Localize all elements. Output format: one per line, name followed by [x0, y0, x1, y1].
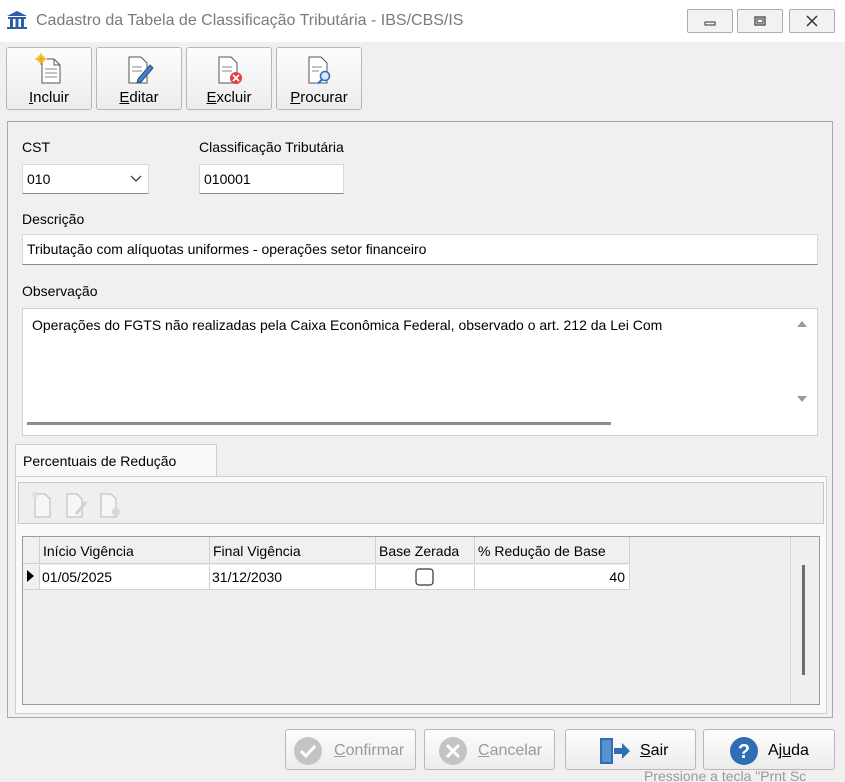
grid-add-button[interactable]	[29, 490, 55, 520]
observacao-label: Observação	[22, 283, 98, 299]
main-window: Cadastro da Tabela de Classificação Trib…	[0, 0, 845, 782]
procurar-label: Procurar	[290, 89, 348, 106]
incluir-button[interactable]: Incluir	[6, 47, 92, 110]
grid-vertical-scrollbar[interactable]	[790, 537, 819, 704]
tab-content: Início Vigência Final Vigência Base Zera…	[15, 476, 827, 714]
cst-combobox[interactable]: 010	[22, 164, 149, 194]
base-zerada-checkbox[interactable]	[415, 568, 435, 586]
delete-document-icon	[100, 493, 120, 518]
edit-document-icon	[66, 493, 87, 518]
grid-header-final[interactable]: Final Vigência	[210, 537, 376, 564]
chevron-down-icon	[130, 175, 142, 182]
cell-inicio[interactable]: 01/05/2025	[40, 565, 210, 590]
restore-button[interactable]	[737, 9, 783, 33]
check-circle-icon	[294, 737, 322, 765]
observacao-text: Operações do FGTS não realizadas pela Ca…	[32, 317, 663, 333]
cst-value: 010	[27, 171, 51, 187]
horizontal-scrollbar[interactable]	[27, 422, 611, 425]
status-hint: Pressione a tecla "Prnt Sc	[644, 768, 807, 782]
cell-reducao[interactable]: 40	[475, 565, 630, 590]
form-panel: CST 010 Classificação Tributária 010001 …	[7, 121, 833, 718]
scroll-up-arrow-icon[interactable]	[796, 320, 808, 328]
cst-label: CST	[22, 139, 50, 155]
toolbar: Incluir Editar Excluir Procurar	[0, 42, 845, 114]
search-document-icon	[308, 56, 331, 85]
classificacao-label: Classificação Tributária	[199, 139, 344, 155]
excluir-label: Excluir	[206, 89, 252, 106]
building-icon	[6, 10, 28, 30]
cancelar-button[interactable]: Cancelar	[424, 729, 555, 770]
delete-document-icon	[218, 56, 242, 84]
grid-header-reducao[interactable]: % Redução de Base	[475, 537, 630, 564]
ajuda-label: Ajuda	[768, 742, 809, 759]
ajuda-button[interactable]: ? Ajuda	[703, 729, 835, 770]
close-icon	[806, 15, 818, 27]
incluir-label: Incluir	[28, 89, 70, 106]
restore-icon	[754, 16, 766, 26]
grid-edit-button[interactable]	[63, 490, 89, 520]
procurar-button[interactable]: Procurar	[276, 47, 362, 110]
observacao-memo[interactable]: Operações do FGTS não realizadas pela Ca…	[22, 308, 818, 436]
scroll-down-arrow-icon[interactable]	[796, 395, 808, 403]
classificacao-input[interactable]: 010001	[199, 164, 344, 194]
minimize-icon	[704, 21, 716, 26]
confirmar-button[interactable]: Confirmar	[285, 729, 416, 770]
grid-indicator-header	[23, 537, 40, 564]
new-document-icon	[35, 53, 61, 84]
grid-toolbar	[18, 482, 824, 524]
minimize-button[interactable]	[687, 9, 733, 33]
cancelar-label: Cancelar	[478, 742, 543, 759]
grid-scroll-thumb[interactable]	[802, 565, 805, 675]
descricao-input[interactable]: Tributação com alíquotas uniformes - ope…	[22, 234, 818, 265]
new-document-icon	[32, 492, 51, 518]
descricao-label: Descrição	[22, 211, 85, 227]
edit-document-icon	[128, 56, 154, 84]
svg-text:?: ?	[738, 741, 750, 763]
sair-label: Sair	[640, 742, 669, 759]
grid-header-inicio[interactable]: Início Vigência	[40, 537, 210, 564]
editar-button[interactable]: Editar	[96, 47, 182, 110]
tab-percentuais-reducao[interactable]: Percentuais de Redução	[15, 444, 217, 477]
exit-door-icon	[600, 738, 630, 764]
close-button[interactable]	[789, 9, 835, 33]
row-indicator	[23, 565, 40, 590]
cancel-circle-icon	[439, 737, 467, 765]
help-icon: ?	[730, 737, 758, 765]
grid-header-base-zerada[interactable]: Base Zerada	[376, 537, 475, 564]
grid-delete-button[interactable]	[97, 490, 123, 520]
excluir-button[interactable]: Excluir	[186, 47, 272, 110]
reducao-grid: Início Vigência Final Vigência Base Zera…	[22, 536, 820, 705]
title-bar: Cadastro da Tabela de Classificação Trib…	[0, 0, 845, 42]
confirmar-label: Confirmar	[334, 742, 405, 759]
editar-label: Editar	[119, 89, 159, 106]
current-row-arrow-icon	[27, 570, 34, 582]
sair-button[interactable]: Sair	[565, 729, 696, 770]
cell-base-zerada[interactable]	[376, 565, 475, 590]
window-title: Cadastro da Tabela de Classificação Trib…	[36, 12, 464, 29]
cell-final[interactable]: 31/12/2030	[210, 565, 376, 590]
